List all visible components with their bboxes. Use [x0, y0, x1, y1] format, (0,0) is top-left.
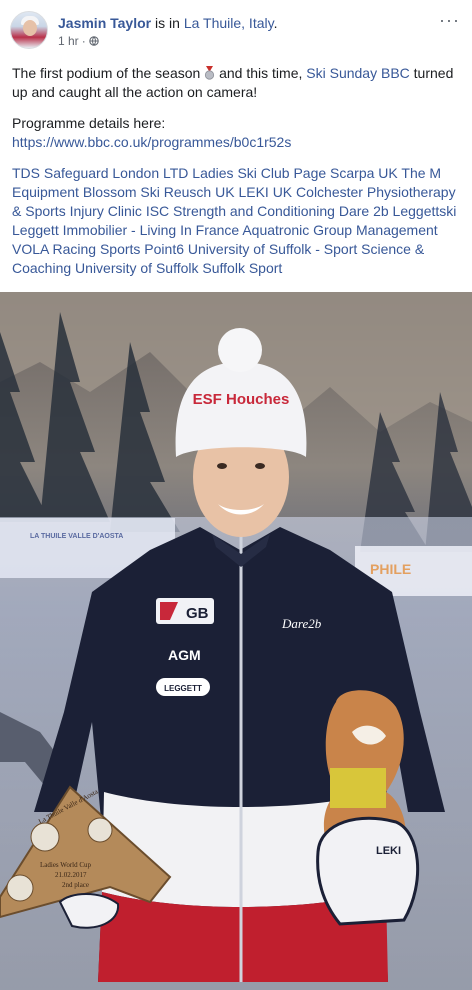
location-period: . [273, 15, 278, 31]
tagged-page-link[interactable]: Sports Point6 [100, 241, 184, 257]
tagged-page-link[interactable]: Leggett Immobilier - Living In France [12, 222, 239, 238]
trophy-badge-left [30, 822, 60, 852]
post-header: Jasmin Taylor is in La Thuile, Italy. 1 … [0, 0, 472, 58]
right-eye [255, 463, 265, 469]
leggett-patch-text: LEGGETT [164, 684, 202, 693]
glove-leki-text: LEKI [376, 845, 401, 857]
banner-right-text: PHILE [370, 561, 411, 577]
ski-sunday-bbc-link[interactable]: Ski Sunday BBC [306, 65, 410, 81]
tagged-pages: TDS Safeguard London LTD Ladies Ski Club… [12, 164, 460, 278]
location-link[interactable]: La Thuile, Italy [184, 15, 274, 31]
more-options-icon[interactable]: ··· [439, 10, 460, 31]
agm-patch-text: AGM [168, 647, 201, 663]
post-paragraph-1: The first podium of the season and this … [12, 64, 460, 102]
post-meta: 1 hr · [58, 34, 99, 48]
programme-link[interactable]: https://www.bbc.co.uk/programmes/b0c1r52… [12, 134, 291, 150]
trophy-line-4: 2nd place [62, 881, 89, 889]
tagged-page-link[interactable]: Ladies Ski Club [192, 165, 289, 181]
plush-toy-shirt [330, 768, 386, 808]
left-eye [217, 463, 227, 469]
post-photo[interactable]: LA THUILE VALLE D'AOSTA PHILE ESF Houche… [0, 292, 472, 990]
trophy-line-3: 21.02.2017 [55, 871, 87, 879]
tagged-page-link[interactable]: VOLA Racing [12, 241, 96, 257]
tagged-page-link[interactable]: University of Suffolk [75, 260, 198, 276]
hat-pompom [218, 328, 262, 372]
dare2b-logo-text: Dare2b [281, 616, 322, 631]
avatar[interactable] [10, 11, 48, 49]
trophy-badge-middle [87, 817, 113, 843]
tagged-page-link[interactable]: Reusch UK [164, 184, 235, 200]
globe-icon[interactable] [88, 36, 99, 46]
hat-text: ESF Houches [193, 391, 290, 408]
trophy-line-2: Ladies World Cup [40, 861, 92, 869]
tagged-page-link[interactable]: TDS Safeguard London LTD [12, 165, 188, 181]
tagged-page-link[interactable]: LEKI UK [238, 184, 292, 200]
ski-glove [316, 816, 420, 926]
text-after-medal: and this time, [215, 65, 307, 81]
tagged-page-link[interactable]: Dare 2b [339, 203, 389, 219]
trophy-badge-bottom [6, 874, 34, 902]
silver-medal-icon [205, 66, 215, 80]
gb-patch-text: GB [186, 605, 209, 622]
banner-left-text: LA THUILE VALLE D'AOSTA [30, 533, 123, 540]
tagged-page-link[interactable]: Page Scarpa UK [293, 165, 397, 181]
post-author-line: Jasmin Taylor is in La Thuile, Italy. [58, 14, 277, 32]
tagged-page-link[interactable]: Leggettski [393, 203, 457, 219]
programme-label: Programme details here: [12, 115, 166, 131]
tagged-page-link[interactable]: Aquatronic Group Management [242, 222, 437, 238]
author-name-link[interactable]: Jasmin Taylor [58, 15, 151, 31]
tagged-page-link[interactable]: ISC Strength and Conditioning [146, 203, 335, 219]
meta-separator: · [81, 34, 86, 48]
tagged-page-link[interactable]: Suffolk Sport [202, 260, 282, 276]
post-timestamp[interactable]: 1 hr [58, 34, 79, 48]
text-before-medal: The first podium of the season [12, 65, 205, 81]
is-in-text: is in [151, 15, 184, 31]
tagged-page-link[interactable]: Blossom Ski [83, 184, 160, 200]
post-paragraph-2: Programme details here: https://www.bbc.c… [12, 114, 460, 152]
post-text: The first podium of the season and this … [0, 64, 472, 278]
podium-photo-illustration: LA THUILE VALLE D'AOSTA PHILE ESF Houche… [0, 292, 472, 990]
avatar-face-shape [23, 20, 37, 36]
